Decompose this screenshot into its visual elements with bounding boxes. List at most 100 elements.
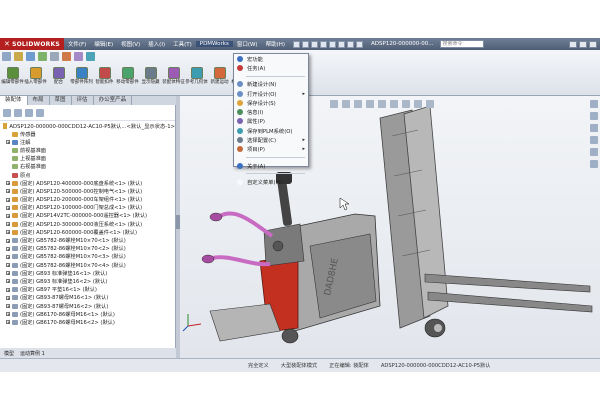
dropdown-item[interactable]: 关于(A) xyxy=(234,161,308,170)
new-icon[interactable] xyxy=(293,40,301,48)
options-icon[interactable] xyxy=(356,40,364,48)
dropdown-item[interactable]: 新建设计(N) xyxy=(234,80,308,89)
tree-node[interactable]: + (固定) GB5782-86螺栓M10×70<1> (默认) xyxy=(0,236,175,244)
dropdown-item[interactable]: 任务(A) xyxy=(234,63,308,72)
dimxpert-icon[interactable] xyxy=(36,108,44,117)
select-icon[interactable] xyxy=(338,40,346,48)
expand-icon[interactable]: + xyxy=(6,295,10,300)
tree-node[interactable]: + (固定) ADSP120-300000-000液压系统<1> (默认) xyxy=(0,220,175,228)
tab-motion-study[interactable]: 运动算例 1 xyxy=(20,350,45,357)
section-icon[interactable] xyxy=(366,100,374,108)
hide-show-icon[interactable] xyxy=(74,52,83,61)
display-style-view-icon[interactable] xyxy=(390,100,398,108)
hide-items-icon[interactable] xyxy=(402,100,410,108)
tree-node[interactable]: 传感器 xyxy=(0,130,175,138)
rotate-icon[interactable] xyxy=(14,52,23,61)
undo-icon[interactable] xyxy=(329,40,337,48)
tree-node[interactable]: + (固定) GB5782-86螺栓M10×70<4> (默认) xyxy=(0,261,175,269)
maximize-icon[interactable] xyxy=(579,40,587,48)
resources-icon[interactable] xyxy=(590,100,598,108)
tree-node[interactable]: + (固定) ADSP120-100000-000门架总成<1> (默认) xyxy=(0,204,175,212)
expand-icon[interactable]: + xyxy=(6,230,10,235)
tree-root[interactable]: ADSP120-000000-000CDD12-AC10-P5默认...<默认_… xyxy=(0,121,175,130)
menu-help[interactable]: 帮助(H) xyxy=(262,40,289,48)
command-tool-4[interactable]: 智能扣件 xyxy=(95,67,114,85)
menu-view[interactable]: 视图(V) xyxy=(117,40,144,48)
expand-icon[interactable]: + xyxy=(6,263,10,268)
tab-layout[interactable]: 布局 xyxy=(28,96,50,105)
feature-manager-icon[interactable] xyxy=(3,108,11,117)
expand-icon[interactable]: + xyxy=(6,320,10,325)
minimize-icon[interactable] xyxy=(569,40,577,48)
menu-insert[interactable]: 插入(I) xyxy=(144,40,169,48)
tree-node[interactable]: + (固定) ADSP120-600000-000覆盖件<1> (默认) xyxy=(0,228,175,236)
tab-model[interactable]: 模型 xyxy=(4,350,14,357)
rebuild-icon[interactable] xyxy=(347,40,355,48)
tree-node[interactable]: + (固定) GB93 标准弹垫16<1> (默认) xyxy=(0,269,175,277)
expand-icon[interactable]: + xyxy=(6,213,10,218)
tree-node[interactable]: + (固定) ADSP120-400000-000底盘系统<1> (默认) xyxy=(0,179,175,187)
appearances-icon[interactable] xyxy=(590,148,598,156)
command-tool-2[interactable]: 配合 xyxy=(49,67,68,85)
tab-office[interactable]: 办公室产品 xyxy=(94,96,133,105)
expand-icon[interactable]: + xyxy=(6,287,10,292)
expand-icon[interactable]: + xyxy=(6,304,10,309)
zoom-area-icon[interactable] xyxy=(342,100,350,108)
tree-node[interactable]: + (固定) GB6170-86螺母M16<1> (默认) xyxy=(0,310,175,318)
dropdown-item[interactable]: 信息(I) xyxy=(234,107,308,116)
previous-view-icon[interactable] xyxy=(354,100,362,108)
close-icon[interactable] xyxy=(589,40,597,48)
expand-icon[interactable]: + xyxy=(6,238,10,243)
command-tool-0[interactable]: 编辑零部件 xyxy=(1,67,24,85)
zoom-icon[interactable] xyxy=(2,52,11,61)
expand-icon[interactable]: + xyxy=(6,189,10,194)
dropdown-item[interactable]: 保存到PLM系统(O) xyxy=(234,126,308,135)
expand-icon[interactable]: + xyxy=(6,140,10,145)
file-explorer-icon[interactable] xyxy=(590,124,598,132)
command-tool-1[interactable]: 插入零部件 xyxy=(24,67,47,85)
tree-node[interactable]: 前视基准面 xyxy=(0,146,175,154)
expand-icon[interactable] xyxy=(6,165,10,169)
tab-assembly[interactable]: 装配体 xyxy=(0,96,28,105)
expand-icon[interactable] xyxy=(6,157,10,161)
measure-icon[interactable] xyxy=(62,52,71,61)
print-icon[interactable] xyxy=(320,40,328,48)
dropdown-item[interactable]: 自定义菜单(M) xyxy=(234,177,308,186)
appearance-icon[interactable] xyxy=(86,52,95,61)
tree-node[interactable]: + (固定) GB93-87螺母M16<2> (默认) xyxy=(0,302,175,310)
tree-node[interactable]: + 注解 xyxy=(0,138,175,146)
expand-icon[interactable]: + xyxy=(6,222,10,227)
tree-node[interactable]: + (固定) GB5782-86螺栓M10×70<2> (默认) xyxy=(0,245,175,253)
menu-tools[interactable]: 工具(T) xyxy=(169,40,196,48)
tab-sketch[interactable]: 草图 xyxy=(50,96,72,105)
command-tool-5[interactable]: 移动零部件 xyxy=(116,67,139,85)
tree-node[interactable]: + (固定) ADSP14V2TC-000000-000遥控器<1> (默认) xyxy=(0,212,175,220)
pan-icon[interactable] xyxy=(26,52,35,61)
property-manager-icon[interactable] xyxy=(14,108,22,117)
expand-icon[interactable]: + xyxy=(6,246,10,251)
expand-icon[interactable] xyxy=(6,132,10,136)
save-icon[interactable] xyxy=(311,40,319,48)
command-tool-7[interactable]: 装配体特征 xyxy=(162,67,185,85)
menu-edit[interactable]: 编辑(E) xyxy=(90,40,117,48)
expand-icon[interactable]: + xyxy=(6,205,10,210)
expand-icon[interactable]: + xyxy=(6,197,10,202)
dropdown-item[interactable]: 宏功能 xyxy=(234,54,308,63)
design-library-icon[interactable] xyxy=(590,112,598,120)
tree-node[interactable]: 上视基准面 xyxy=(0,155,175,163)
dropdown-item[interactable]: 项目(P) ▸ xyxy=(234,145,308,154)
custom-properties-icon[interactable] xyxy=(590,160,598,168)
command-tool-3[interactable]: 零部件阵列 xyxy=(70,67,93,85)
tree-node[interactable]: 原点 xyxy=(0,171,175,179)
tree-node[interactable]: + (固定) ADSP120-500000-000控制电气<1> (默认) xyxy=(0,187,175,195)
expand-icon[interactable] xyxy=(6,148,10,152)
dropdown-item[interactable]: 属性(P) xyxy=(234,117,308,126)
tree-node[interactable]: + (固定) GB6170-86螺母M16<2> (默认) xyxy=(0,318,175,326)
section-view-icon[interactable] xyxy=(38,52,47,61)
command-tool-8[interactable]: 参考几何体 xyxy=(185,67,208,85)
menu-file[interactable]: 文件(F) xyxy=(64,40,90,48)
tree-node[interactable]: 右视基准面 xyxy=(0,163,175,171)
expand-icon[interactable]: + xyxy=(6,312,10,317)
dropdown-item[interactable]: 保存设计(S) xyxy=(234,98,308,107)
expand-icon[interactable]: + xyxy=(6,254,10,259)
